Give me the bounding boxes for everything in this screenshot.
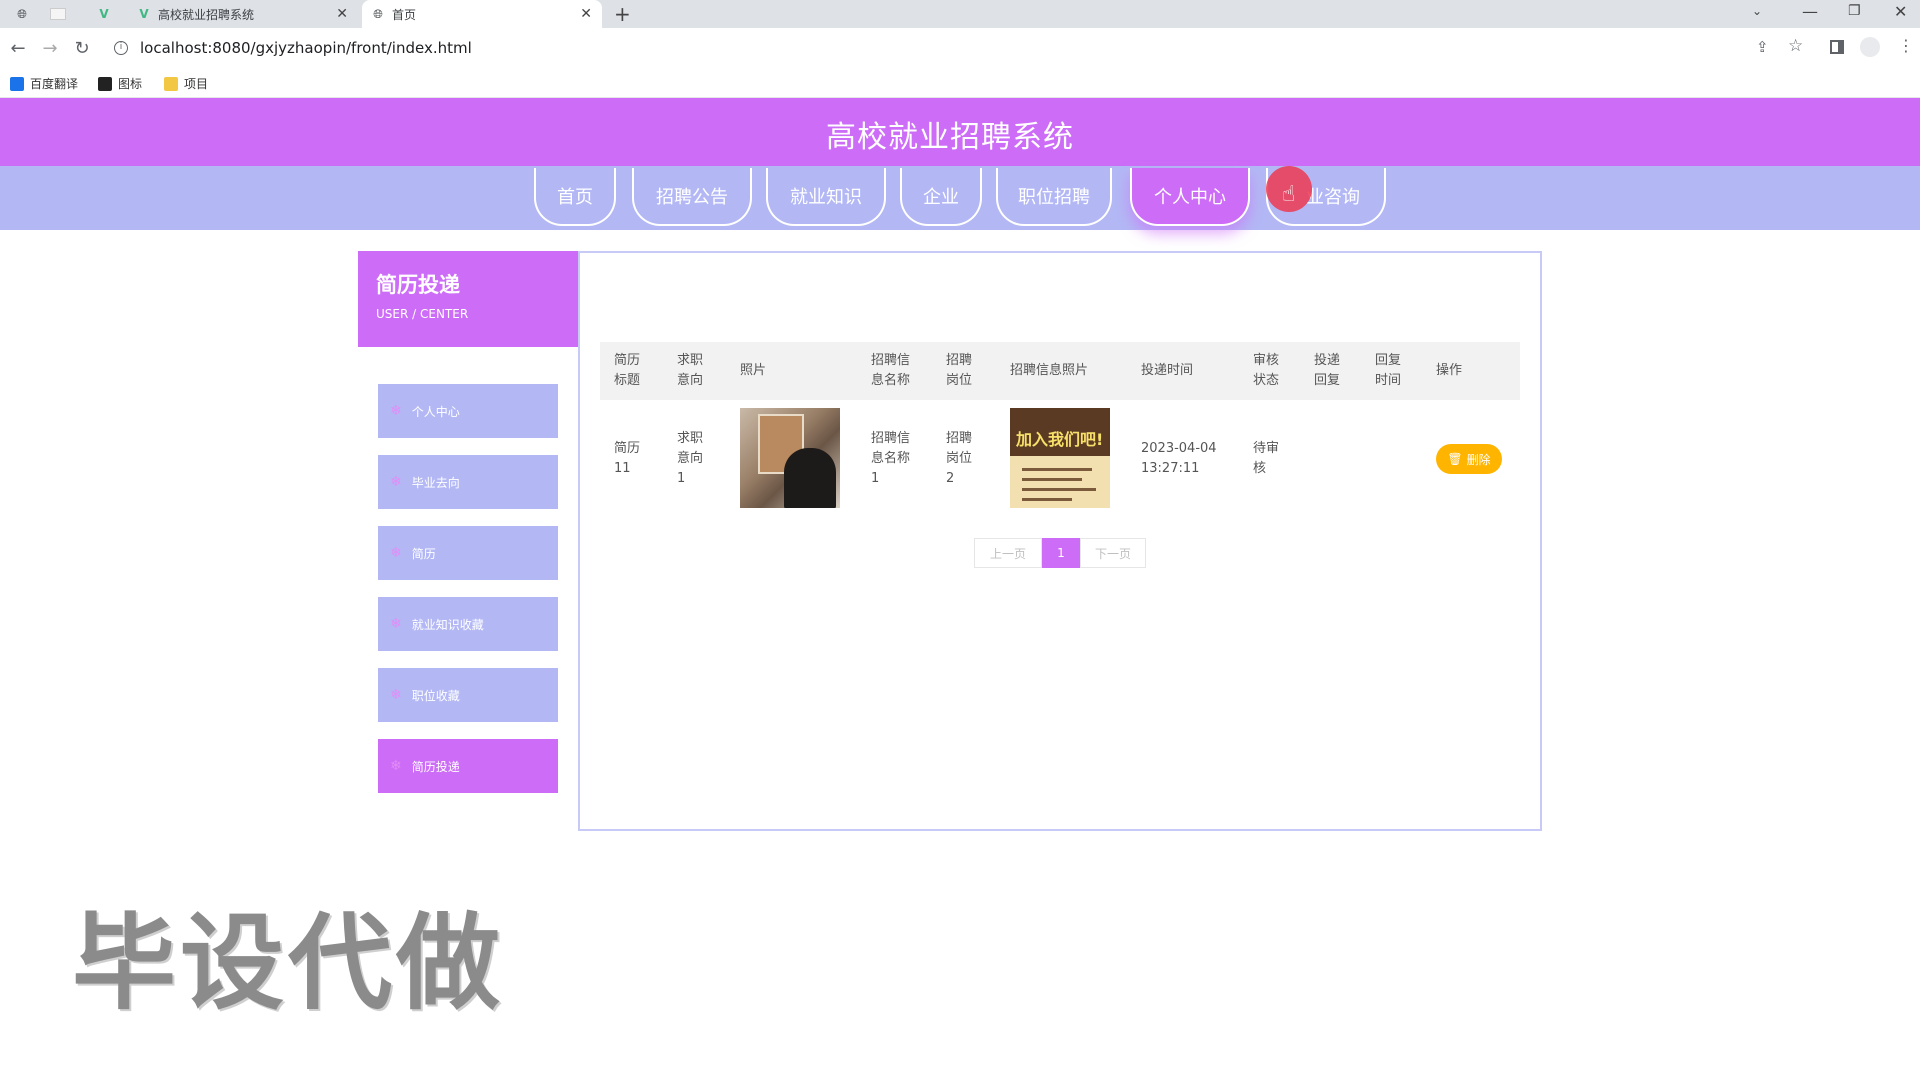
info-icon[interactable]: i [114,41,128,55]
snowflake-icon: ❄ [390,616,402,632]
resume-photo [740,408,840,508]
th-action: 操作 [1436,363,1463,378]
td-intention: 求职 意向 1 [677,431,704,486]
address-bar[interactable]: i localhost:8080/gxjyzhaopin/front/index… [104,33,1794,63]
close-icon[interactable]: ✕ [580,6,592,22]
sidebar-header: 简历投递 USER / CENTER [358,251,578,347]
td-delivery-time: 2023-04-04 13:27:11 [1141,441,1217,476]
tab-title: 高校就业招聘系统 [158,7,255,22]
minimize-icon[interactable]: — [1802,2,1818,21]
page-1-button[interactable]: 1 [1042,538,1080,568]
snowflake-icon: ❄ [390,687,402,703]
globe-icon: 🌐︎ [17,6,27,21]
th-job-info-photo: 招聘信息照片 [1010,363,1089,378]
th-reply: 投递 回复 [1314,353,1341,388]
td-job-info-name: 招聘信 息名称 1 [871,431,911,486]
nav-home[interactable]: 首页 [534,168,616,226]
globe-icon: 🌐︎ [373,6,383,21]
browser-tab-pinned-1[interactable]: 🌐︎ [6,0,42,28]
tab-title: 首页 [392,7,417,22]
trash-icon: 🗑︎ [1447,452,1463,466]
snowflake-icon: ❄ [390,474,402,490]
td-job-position: 招聘 岗位 2 [946,431,973,486]
browser-tab-home[interactable]: 🌐︎ 首页 ✕ [362,0,602,28]
nav-career-knowledge[interactable]: 就业知识 [766,168,886,226]
th-intention: 求职 意向 [677,353,704,388]
translate-icon [10,76,24,91]
td-resume-title: 简历 11 [614,441,641,476]
th-delivery-time: 投递时间 [1141,363,1194,378]
th-review-status: 审核 状态 [1253,353,1280,388]
snowflake-icon: ❄ [390,758,402,774]
browser-tab-pinned-2[interactable] [42,0,78,28]
reload-icon[interactable]: ↻ [72,38,92,59]
side-panel-icon[interactable] [1830,40,1844,54]
nav-personal-center[interactable]: 个人中心 [1130,168,1250,226]
bookmark-star-icon[interactable]: ☆ [1788,36,1803,56]
browser-tab-pinned-3[interactable]: V [88,0,124,28]
nav-enterprise[interactable]: 企业 [900,168,982,226]
back-icon[interactable]: ← [8,38,28,59]
site-title: 高校就业招聘系统 [826,120,1074,155]
share-icon[interactable]: ⇪ [1756,38,1769,56]
sidebar-item-job-favorites[interactable]: ❄ 职位收藏 [378,668,558,722]
vue-logo-icon: V [99,7,109,21]
next-page-button[interactable]: 下一页 [1080,538,1146,568]
th-resume-title: 简历 标题 [614,353,641,388]
forward-icon[interactable]: → [40,38,60,59]
page-icon [50,8,66,20]
browser-tab-system[interactable]: V 高校就业招聘系统 ✕ [128,0,358,28]
browser-tab-strip: 🌐︎ V V 高校就业招聘系统 ✕ 🌐︎ 首页 ✕ + ⌄ — ❐ ✕ [0,0,1920,28]
sidebar-item-graduation-destination[interactable]: ❄ 毕业去向 [378,455,558,509]
new-tab-button[interactable]: + [614,2,631,26]
th-job-position: 招聘 岗位 [946,353,973,388]
bookmark-icons[interactable]: 图标 [98,75,142,92]
close-window-icon[interactable]: ✕ [1894,2,1907,21]
sidebar-subtitle: USER / CENTER [376,307,469,321]
sidebar-item-personal-center[interactable]: ❄ 个人中心 [378,384,558,438]
folder-icon [164,76,178,91]
nav-recruit-notice[interactable]: 招聘公告 [632,168,752,226]
job-info-photo: 加入我们吧! [1010,408,1110,508]
delete-button[interactable]: 🗑︎ 删除 [1436,444,1502,474]
sidebar-item-resume[interactable]: ❄ 简历 [378,526,558,580]
snowflake-icon: ❄ [390,403,402,419]
bookmarks-bar: 百度翻译 图标 项目 [0,68,1920,98]
th-job-info-name: 招聘信 息名称 [871,353,911,388]
th-photo: 照片 [740,363,767,378]
prev-page-button[interactable]: 上一页 [974,538,1042,568]
tab-search-icon[interactable]: ⌄ [1752,4,1762,18]
bookmark-translate[interactable]: 百度翻译 [10,75,78,92]
restore-icon[interactable]: ❐ [1848,3,1861,19]
hand-cursor-icon: ☝ [1282,182,1296,207]
vue-logo-icon: V [139,7,149,21]
sidebar-item-resume-delivery[interactable]: ❄ 简历投递 [378,739,558,793]
snowflake-icon: ❄ [390,545,402,561]
bookmark-folder-projects[interactable]: 项目 [164,75,208,92]
th-reply-time: 回复 时间 [1375,353,1402,388]
close-icon[interactable]: ✕ [336,6,348,22]
image-icon [98,76,112,91]
td-review-status: 待审核 [1253,441,1280,476]
menu-icon[interactable]: ⋮ [1898,36,1914,55]
sidebar-title: 简历投递 [376,273,460,297]
nav-job-recruitment[interactable]: 职位招聘 [996,168,1112,226]
url-text: localhost:8080/gxjyzhaopin/front/index.h… [140,39,472,57]
watermark: 毕设代做 [72,902,505,1024]
sidebar-item-knowledge-favorites[interactable]: ❄ 就业知识收藏 [378,597,558,651]
profile-avatar[interactable] [1860,37,1880,57]
